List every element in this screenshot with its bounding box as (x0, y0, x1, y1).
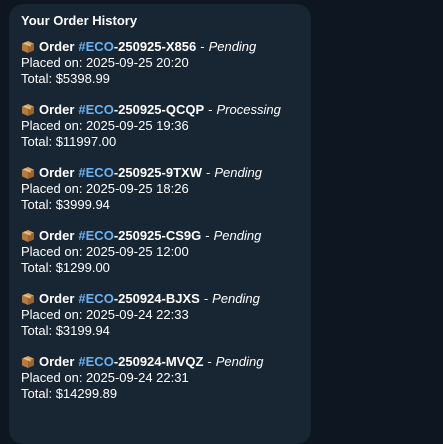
order-status: Pending (215, 354, 264, 369)
placed-on-line: Placed on: 2025-09-25 12:00 (21, 244, 299, 260)
total-value: $3199.94 (55, 323, 110, 338)
order-code: -250924-MVQZ (113, 354, 204, 369)
order-hashtag-link[interactable]: #ECO (78, 354, 113, 370)
package-icon (21, 40, 35, 54)
order-history-title: Your Order History (21, 13, 138, 28)
total-value: $3999.94 (55, 197, 110, 212)
placed-on-label: Placed on: (21, 244, 87, 259)
order-item: Order #ECO -250924-MVQZ - Pending Placed … (21, 354, 299, 402)
order-hashtag-link[interactable]: #ECO (78, 39, 113, 55)
placed-on-label: Placed on: (21, 307, 87, 322)
placed-on-line: Placed on: 2025-09-24 22:31 (21, 370, 299, 386)
order-status: Processing (216, 102, 281, 117)
total-label: Total: (21, 197, 56, 212)
total-line: Total: $14299.89 (21, 386, 299, 402)
total-label: Total: (21, 323, 56, 338)
status-separator: - (200, 39, 205, 54)
placed-on-value: 2025-09-25 19:36 (86, 118, 189, 133)
order-hashtag-link[interactable]: #ECO (78, 165, 113, 181)
order-label: Order (39, 228, 75, 243)
placed-on-line: Placed on: 2025-09-25 20:20 (21, 55, 299, 71)
package-icon (21, 166, 35, 180)
placed-on-value: 2025-09-25 12:00 (86, 244, 189, 259)
total-label: Total: (21, 134, 56, 149)
order-code: -250925-9TXW (113, 165, 202, 180)
total-line: Total: $1299.00 (21, 260, 299, 276)
placed-on-value: 2025-09-25 18:26 (86, 181, 189, 196)
order-code: -250925-QCQP (113, 102, 205, 117)
total-value: $1299.00 (55, 260, 110, 275)
order-hashtag-link[interactable]: #ECO (78, 102, 113, 118)
package-icon (21, 355, 35, 369)
order-hashtag-link[interactable]: #ECO (78, 228, 113, 244)
order-item: Order #ECO -250924-BJXS - Pending Placed … (21, 291, 299, 339)
order-status: Pending (212, 291, 260, 306)
package-icon (21, 103, 35, 117)
total-line: Total: $3999.94 (21, 197, 299, 213)
placed-on-value: 2025-09-25 20:20 (86, 55, 189, 70)
placed-on-line: Placed on: 2025-09-25 19:36 (21, 118, 299, 134)
total-value: $5398.99 (55, 71, 110, 86)
order-item: Order #ECO -250925-QCQP - Processing Plac… (21, 102, 299, 150)
placed-on-value: 2025-09-24 22:33 (86, 307, 189, 322)
order-status: Pending (214, 165, 263, 180)
order-label: Order (39, 39, 75, 54)
status-separator: - (205, 165, 211, 180)
order-item: Order #ECO -250925-X856 - Pending Placed … (21, 39, 299, 87)
package-icon (21, 229, 35, 243)
total-label: Total: (21, 260, 56, 275)
status-separator: - (205, 228, 210, 243)
order-status: Pending (213, 228, 262, 243)
placed-on-label: Placed on: (21, 181, 87, 196)
order-label: Order (39, 165, 75, 180)
order-code: -250924-BJXS (113, 291, 200, 306)
status-separator: - (208, 102, 213, 117)
order-hashtag-link[interactable]: #ECO (78, 291, 113, 307)
order-label: Order (39, 102, 75, 117)
total-line: Total: $11997.00 (21, 134, 299, 150)
placed-on-label: Placed on: (21, 118, 87, 133)
order-code: -250925-CS9G (113, 228, 202, 243)
order-label: Order (39, 354, 75, 369)
order-code: -250925-X856 (113, 39, 197, 54)
total-line: Total: $5398.99 (21, 71, 299, 87)
placed-on-line: Placed on: 2025-09-24 22:33 (21, 307, 299, 323)
placed-on-line: Placed on: 2025-09-25 18:26 (21, 181, 299, 197)
status-separator: - (203, 291, 209, 306)
order-item: Order #ECO -250925-CS9G - Pending Placed … (21, 228, 299, 276)
placed-on-label: Placed on: (21, 55, 87, 70)
order-item: Order #ECO -250925-9TXW - Pending Placed … (21, 165, 299, 213)
placed-on-value: 2025-09-24 22:31 (86, 370, 189, 385)
total-line: Total: $3199.94 (21, 323, 299, 339)
status-separator: - (207, 354, 212, 369)
order-label: Order (39, 291, 75, 306)
total-value: $11997.00 (55, 134, 117, 149)
order-status: Pending (208, 39, 257, 54)
package-icon (21, 292, 35, 306)
total-value: $14299.89 (55, 386, 118, 401)
message-bubble: Your Order History Order #ECO -250925-X85… (9, 4, 311, 444)
total-label: Total: (21, 386, 56, 401)
total-label: Total: (21, 71, 56, 86)
placed-on-label: Placed on: (21, 370, 87, 385)
